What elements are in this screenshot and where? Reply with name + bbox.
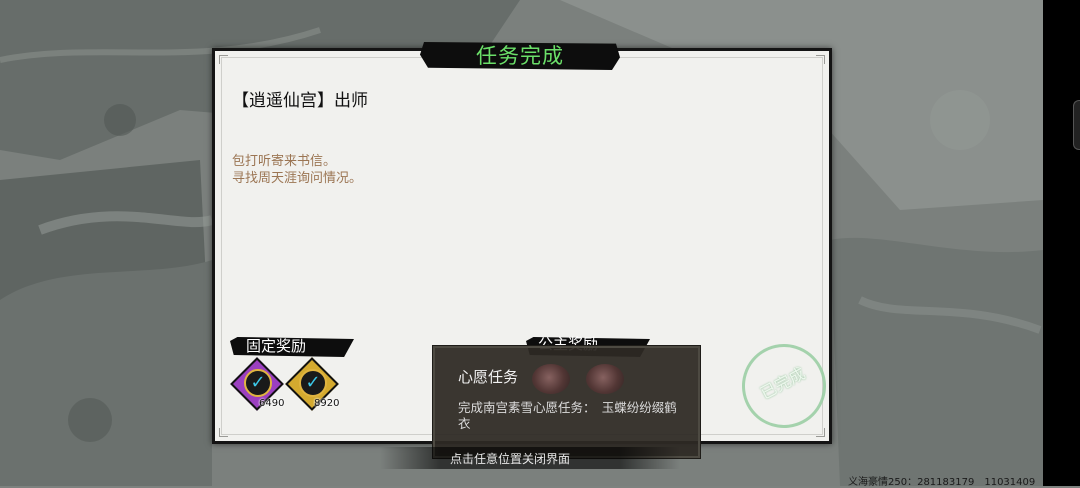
tooltip-description: 完成南宫素雪心愿任务： 玉蝶纷纷缀鹤衣	[458, 400, 677, 431]
dialog-title: 任务完成	[476, 44, 564, 68]
close-hint[interactable]: 点击任意位置关闭界面	[450, 450, 570, 467]
reward-orb-icon	[532, 364, 570, 394]
reward-count: 8920	[314, 398, 340, 409]
check-icon: ✓	[244, 369, 272, 397]
reward-orb-icon	[586, 364, 624, 394]
corner-bottom-right	[816, 428, 825, 437]
quest-name: 【逍遥仙宫】出师	[232, 91, 368, 111]
reward-item-coin[interactable]: ✓ 8920	[285, 357, 339, 411]
side-handle[interactable]	[1073, 100, 1080, 150]
corner-bottom-left	[219, 428, 228, 437]
tooltip-title: 心愿任务	[458, 368, 519, 386]
check-icon: ✓	[299, 369, 327, 397]
corner-top-right	[816, 55, 825, 64]
fixed-reward-label: 固定奖励	[246, 337, 307, 355]
description-line: 寻找周天涯询问情况。	[232, 171, 363, 186]
reward-item-exp[interactable]: ✓ 6490	[230, 357, 284, 411]
reward-count: 6490	[259, 398, 285, 409]
corner-top-left	[219, 55, 228, 64]
quest-description: 包打听寄来书信。 寻找周天涯询问情况。	[232, 153, 362, 187]
device-edge-bar	[1043, 0, 1080, 486]
description-line: 包打听寄来书信。	[232, 154, 337, 169]
